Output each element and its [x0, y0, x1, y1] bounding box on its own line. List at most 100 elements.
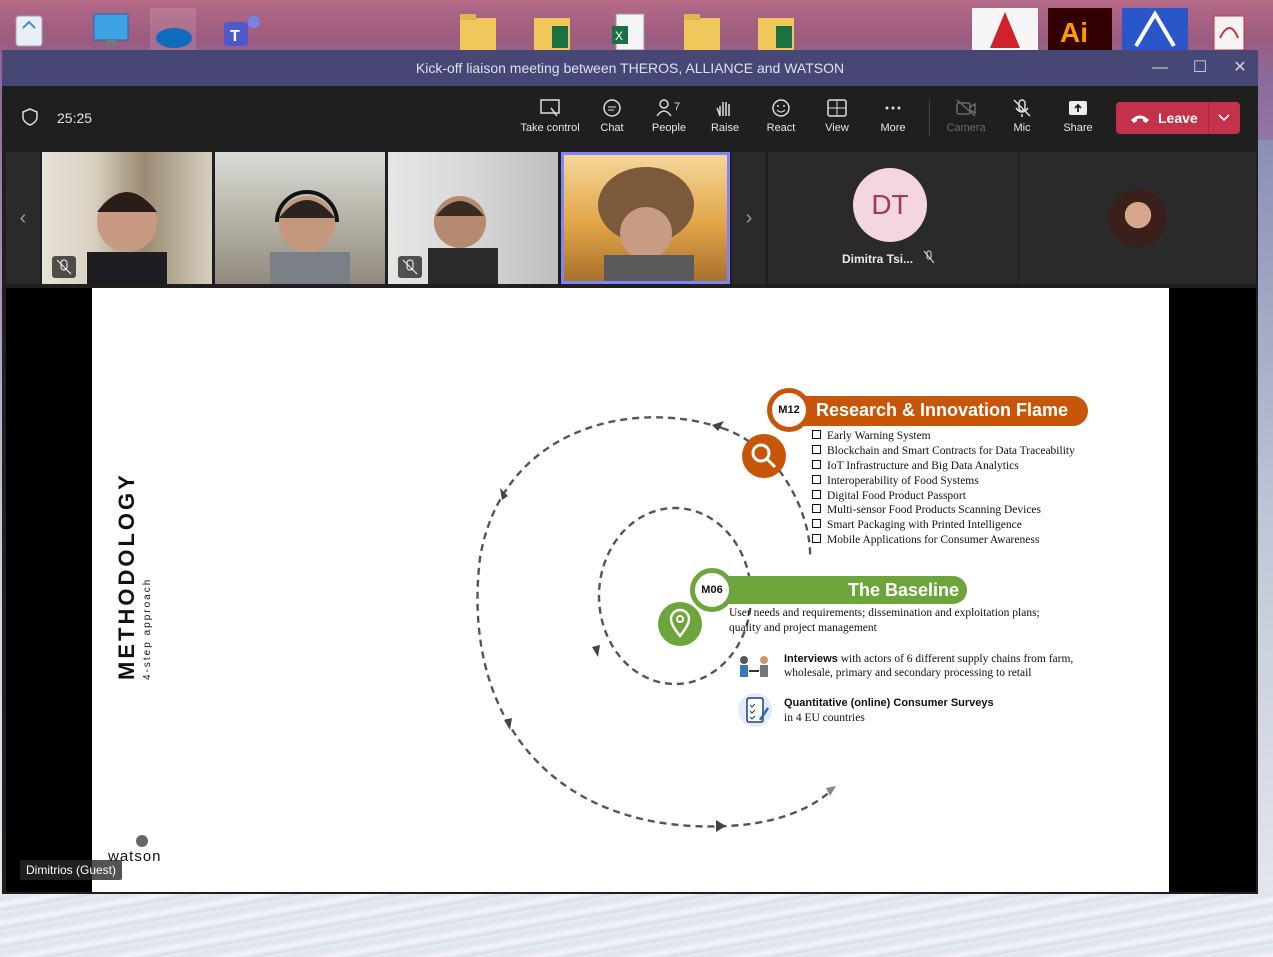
location-pin-icon — [658, 602, 702, 646]
view-label: View — [825, 122, 849, 134]
interview-icon — [736, 652, 774, 680]
list-item: Early Warning System — [812, 430, 1075, 445]
baseline-description: User needs and requirements; disseminati… — [729, 607, 1040, 634]
m06-title: The Baseline — [847, 580, 959, 600]
pdf-file-icon[interactable] — [1206, 8, 1258, 51]
view-button[interactable]: View — [806, 94, 868, 144]
presenter-name-tag: Dimitrios (Guest) — [20, 860, 123, 880]
clipboard-icon — [736, 692, 774, 728]
desktop-wallpaper — [0, 893, 1273, 957]
more-button[interactable]: More — [862, 94, 924, 144]
interviews-text: Interviews with actors of 6 different su… — [784, 652, 1104, 680]
participant-video-tile[interactable] — [215, 152, 385, 284]
mic-label: Mic — [1013, 122, 1031, 134]
react-label: React — [766, 122, 796, 134]
m06-banner: The Baseline — [707, 576, 967, 604]
leave-divider — [1208, 102, 1209, 134]
react-icon — [772, 99, 790, 117]
people-icon: 7 — [656, 99, 680, 117]
chat-icon — [603, 99, 621, 117]
participant-tile-photo[interactable] — [1019, 152, 1256, 284]
excel-folder-icon[interactable] — [754, 8, 800, 50]
hang-up-icon — [1130, 112, 1150, 130]
mic-button[interactable]: Mic — [991, 94, 1053, 144]
svg-text:Ai: Ai — [1060, 17, 1088, 48]
maximize-button[interactable]: ☐ — [1190, 58, 1210, 78]
share-button[interactable]: Share — [1047, 94, 1109, 144]
person-video — [270, 190, 350, 284]
more-icon — [885, 106, 901, 110]
excel-folder-icon[interactable] — [530, 8, 576, 50]
svg-text:T: T — [230, 28, 240, 45]
spiral-diagram — [476, 416, 836, 832]
surveys-text: Quantitative (online) Consumer Surveys i… — [784, 696, 1084, 726]
illustrator-icon[interactable]: Ai — [1048, 8, 1112, 50]
active-speaker-tile[interactable] — [561, 152, 730, 284]
person-video — [598, 167, 694, 281]
desktop-wallpaper-edge — [1258, 140, 1273, 900]
autocad-icon[interactable] — [972, 8, 1038, 50]
teams-icon[interactable]: T — [218, 8, 264, 50]
teams-meeting-window: Kick-off liaison meeting between THEROS,… — [2, 50, 1258, 894]
view-icon — [827, 99, 847, 117]
chat-label: Chat — [600, 122, 624, 134]
mic-off-icon — [1013, 99, 1031, 117]
list-item: Multi-sensor Food Products Scanning Devi… — [812, 504, 1075, 519]
take-control-label: Take control — [520, 122, 580, 134]
avatar: DT — [853, 168, 927, 242]
participant-video-tile[interactable] — [388, 152, 558, 284]
svg-text:X: X — [615, 29, 623, 43]
camera-off-icon — [956, 99, 976, 117]
title-bar: Kick-off liaison meeting between THEROS,… — [2, 50, 1258, 86]
participant-tile-dimitra[interactable]: DT Dimitra Tsi... — [768, 152, 1018, 284]
leave-button[interactable]: Leave — [1116, 102, 1240, 134]
shared-content-stage: METHODOLOGY 4-step approach Research & I… — [6, 288, 1256, 892]
app-shortcut-icon[interactable] — [1122, 8, 1188, 50]
people-button[interactable]: 7 People — [638, 94, 700, 144]
avatar — [1109, 189, 1167, 247]
monitor-icon[interactable] — [88, 8, 134, 50]
chat-button[interactable]: Chat — [581, 94, 643, 144]
mic-off-icon — [52, 256, 76, 278]
shield-icon — [22, 108, 38, 126]
take-control-button[interactable]: Take control — [519, 94, 581, 144]
folder-icon[interactable] — [680, 8, 726, 50]
leave-label: Leave — [1158, 110, 1198, 126]
list-item: Digital Food Product Passport — [812, 490, 1075, 505]
chevron-right-icon[interactable]: › — [732, 152, 766, 284]
recycle-bin-icon[interactable] — [6, 8, 52, 50]
raise-hand-button[interactable]: Raise — [694, 94, 756, 144]
surveys-detail: in 4 EU countries — [784, 712, 865, 724]
chevron-down-icon[interactable] — [1216, 109, 1232, 130]
list-item: IoT Infrastructure and Big Data Analytic… — [812, 460, 1075, 475]
list-item: Smart Packaging with Printed Intelligenc… — [812, 519, 1075, 534]
list-item: Mobile Applications for Consumer Awarene… — [812, 534, 1075, 549]
minimize-button[interactable]: — — [1150, 58, 1170, 78]
desktop-icons-bar: T X Ai — [0, 0, 1273, 51]
participant-name: Dimitra Tsi... — [842, 252, 914, 266]
react-button[interactable]: React — [750, 94, 812, 144]
onedrive-icon[interactable] — [150, 8, 196, 50]
m12-banner: Research & Innovation Flame — [782, 396, 1088, 426]
folder-icon[interactable] — [456, 8, 502, 50]
list-item: Interoperability of Food Systems — [812, 475, 1075, 490]
camera-button[interactable]: Camera — [935, 94, 997, 144]
raise-label: Raise — [710, 122, 740, 134]
presentation-slide: METHODOLOGY 4-step approach Research & I… — [92, 288, 1169, 892]
search-icon — [742, 434, 786, 478]
raise-hand-icon — [716, 102, 730, 117]
watson-logo-mark — [136, 835, 148, 847]
close-button[interactable]: ✕ — [1230, 58, 1250, 78]
camera-label: Camera — [946, 122, 986, 134]
m12-badge: M12 — [767, 388, 811, 432]
share-label: Share — [1063, 122, 1093, 134]
share-icon — [1069, 101, 1087, 115]
mic-off-icon — [398, 256, 422, 278]
participant-video-tile[interactable] — [42, 152, 212, 284]
meeting-timer: 25:25 — [57, 110, 93, 126]
people-count: 7 — [674, 101, 680, 113]
interviews-bold: Interviews — [784, 653, 838, 665]
excel-file-icon[interactable]: X — [606, 8, 652, 51]
chevron-left-icon[interactable]: ‹ — [6, 152, 40, 284]
meeting-toolbar: 25:25 Take control Chat 7 People Raise R… — [2, 86, 1258, 148]
